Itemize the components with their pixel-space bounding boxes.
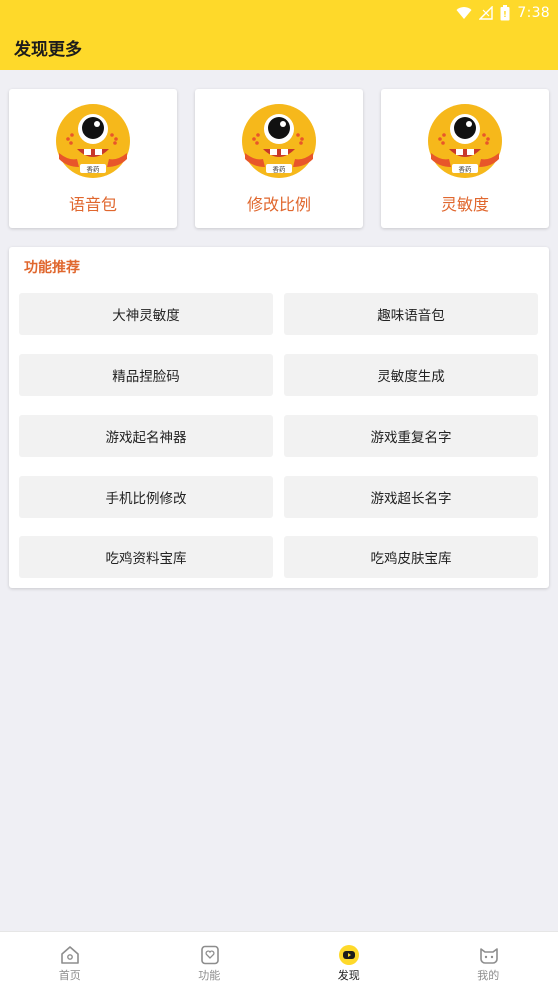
feature-button[interactable]: 吃鸡皮肤宝库 — [284, 536, 538, 578]
modify-ratio-label: 修改比例 — [246, 195, 311, 214]
tab-discover[interactable]: 发现 — [279, 932, 419, 992]
feature-button[interactable]: 大神灵敏度 — [19, 293, 273, 335]
feature-button[interactable]: 趣味语音包 — [284, 293, 538, 335]
mascot-avatar-icon: 香药 — [428, 104, 502, 178]
home-icon — [61, 946, 79, 964]
feature-button[interactable]: 游戏超长名字 — [284, 476, 538, 518]
tab-features-label: 功能 — [198, 969, 221, 982]
battery-icon: ! — [500, 5, 510, 21]
feature-button[interactable]: 游戏起名神器 — [19, 415, 273, 457]
mascot-badge-text: 香药 — [459, 165, 473, 174]
page-title: 发现更多 — [14, 40, 82, 60]
tab-home-label: 首页 — [58, 969, 81, 982]
sensitivity-label: 灵敏度 — [440, 195, 489, 214]
signal-icon — [479, 6, 494, 20]
cat-profile-icon — [479, 948, 498, 964]
feature-button[interactable]: 游戏重复名字 — [284, 415, 538, 457]
feature-heart-icon — [200, 945, 219, 965]
mascot-badge-text: 香药 — [87, 165, 101, 174]
discover-icon — [339, 945, 359, 965]
sensitivity-card[interactable]: 香药 灵敏度 — [381, 89, 549, 228]
wifi-icon — [456, 6, 472, 20]
tab-profile-label: 我的 — [477, 969, 500, 982]
status-bar: ! 7:38 — [456, 2, 550, 24]
feature-button[interactable]: 灵敏度生成 — [284, 354, 538, 396]
panel-title: 功能推荐 — [24, 260, 80, 276]
voice-pack-card[interactable]: 香药 语音包 — [9, 89, 177, 228]
tab-home[interactable]: 首页 — [0, 932, 140, 992]
top-shortcut-cards: 香药 语音包 香药 修改比例 香药 灵敏度 — [9, 89, 549, 228]
feature-recommend-panel: 功能推荐 大神灵敏度 趣味语音包 精品捏脸码 灵敏度生成 游戏起名神器 游戏重复… — [9, 247, 549, 588]
feature-button[interactable]: 吃鸡资料宝库 — [19, 536, 273, 578]
mascot-avatar-icon: 香药 — [56, 104, 130, 178]
mascot-badge-text: 香药 — [273, 165, 287, 174]
feature-button[interactable]: 精品捏脸码 — [19, 354, 273, 396]
tab-discover-label: 发现 — [337, 969, 360, 982]
status-time: 7:38 — [517, 5, 550, 21]
tab-profile[interactable]: 我的 — [419, 932, 558, 992]
modify-ratio-card[interactable]: 香药 修改比例 — [195, 89, 363, 228]
bottom-tab-bar: 首页 功能 发现 我的 — [0, 931, 558, 992]
voice-pack-label: 语音包 — [68, 195, 117, 214]
feature-button[interactable]: 手机比例修改 — [19, 476, 273, 518]
svg-text:!: ! — [504, 10, 508, 19]
mascot-avatar-icon: 香药 — [242, 104, 316, 178]
app-header: ! 7:38 发现更多 — [0, 0, 558, 70]
tab-features[interactable]: 功能 — [140, 932, 280, 992]
